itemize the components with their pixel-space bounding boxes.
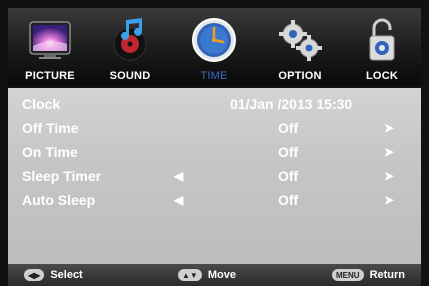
menu-tab-label: OPTION <box>278 70 322 82</box>
hint-move: ▲▼ Move <box>178 269 236 281</box>
menu-tab-label: LOCK <box>366 70 398 82</box>
menu-tab-sound[interactable]: SOUND <box>90 8 170 86</box>
hint-return: MENU Return <box>332 269 405 281</box>
setting-row-on-time[interactable]: On Time Off ➤ <box>8 140 421 164</box>
clock-value: 01/Jan /2013 15:30 <box>230 96 353 112</box>
setting-value: Off <box>278 168 299 184</box>
gears-icon <box>276 16 324 64</box>
menu-tab-time[interactable]: TIME <box>174 8 254 86</box>
setting-label: Sleep Timer <box>22 168 102 184</box>
setting-row-off-time[interactable]: Off Time Off ➤ <box>8 116 421 140</box>
up-down-arrows-icon: ▲▼ <box>178 269 202 281</box>
setting-row-sleep-timer[interactable]: Sleep Timer ◀ Off ➤ <box>8 164 421 188</box>
lock-icon <box>358 16 406 64</box>
setting-label: Auto Sleep <box>22 192 96 208</box>
setting-value: Off <box>278 144 299 160</box>
menu-key-badge: MENU <box>332 269 364 281</box>
right-arrow-icon[interactable]: ➤ <box>384 169 394 183</box>
hint-select-label: Select <box>50 269 83 281</box>
setting-row-clock[interactable]: Clock 01/Jan /2013 15:30 <box>8 92 421 116</box>
setting-label: Off Time <box>22 120 79 136</box>
menu-tab-label: PICTURE <box>25 70 75 82</box>
menu-tab-label: SOUND <box>109 70 151 82</box>
right-arrow-icon[interactable]: ➤ <box>384 145 394 159</box>
setting-value: Off <box>278 192 299 208</box>
setting-label: Clock <box>22 96 61 112</box>
top-menu-bar: PICTURE SOUND TIME OPTION LOCK <box>8 8 421 86</box>
footer-hint-bar: ◀▶ Select ▲▼ Move MENU Return <box>8 264 421 286</box>
setting-label: On Time <box>22 144 78 160</box>
tv-menu-screen: PICTURE SOUND TIME OPTION LOCK Clock 01/… <box>0 0 429 286</box>
right-arrow-icon[interactable]: ➤ <box>384 193 394 207</box>
hint-move-label: Move <box>207 269 236 281</box>
clock-icon <box>190 16 238 64</box>
setting-row-auto-sleep[interactable]: Auto Sleep ◀ Off ➤ <box>8 188 421 212</box>
right-arrow-icon[interactable]: ➤ <box>384 121 394 135</box>
left-right-arrows-icon: ◀▶ <box>24 269 45 281</box>
setting-value: Off <box>278 120 299 136</box>
menu-tab-option[interactable]: OPTION <box>260 8 340 86</box>
menu-tab-label: TIME <box>200 70 228 82</box>
picture-icon <box>26 16 74 64</box>
menu-tab-picture[interactable]: PICTURE <box>10 8 90 86</box>
left-arrow-icon[interactable]: ◀ <box>174 169 183 183</box>
hint-return-label: Return <box>369 269 406 281</box>
left-arrow-icon[interactable]: ◀ <box>174 193 183 207</box>
hint-select: ◀▶ Select <box>24 269 83 281</box>
sound-icon <box>106 16 154 64</box>
time-settings-panel: Clock 01/Jan /2013 15:30 Off Time Off ➤ … <box>8 88 421 264</box>
menu-tab-lock[interactable]: LOCK <box>342 8 422 86</box>
